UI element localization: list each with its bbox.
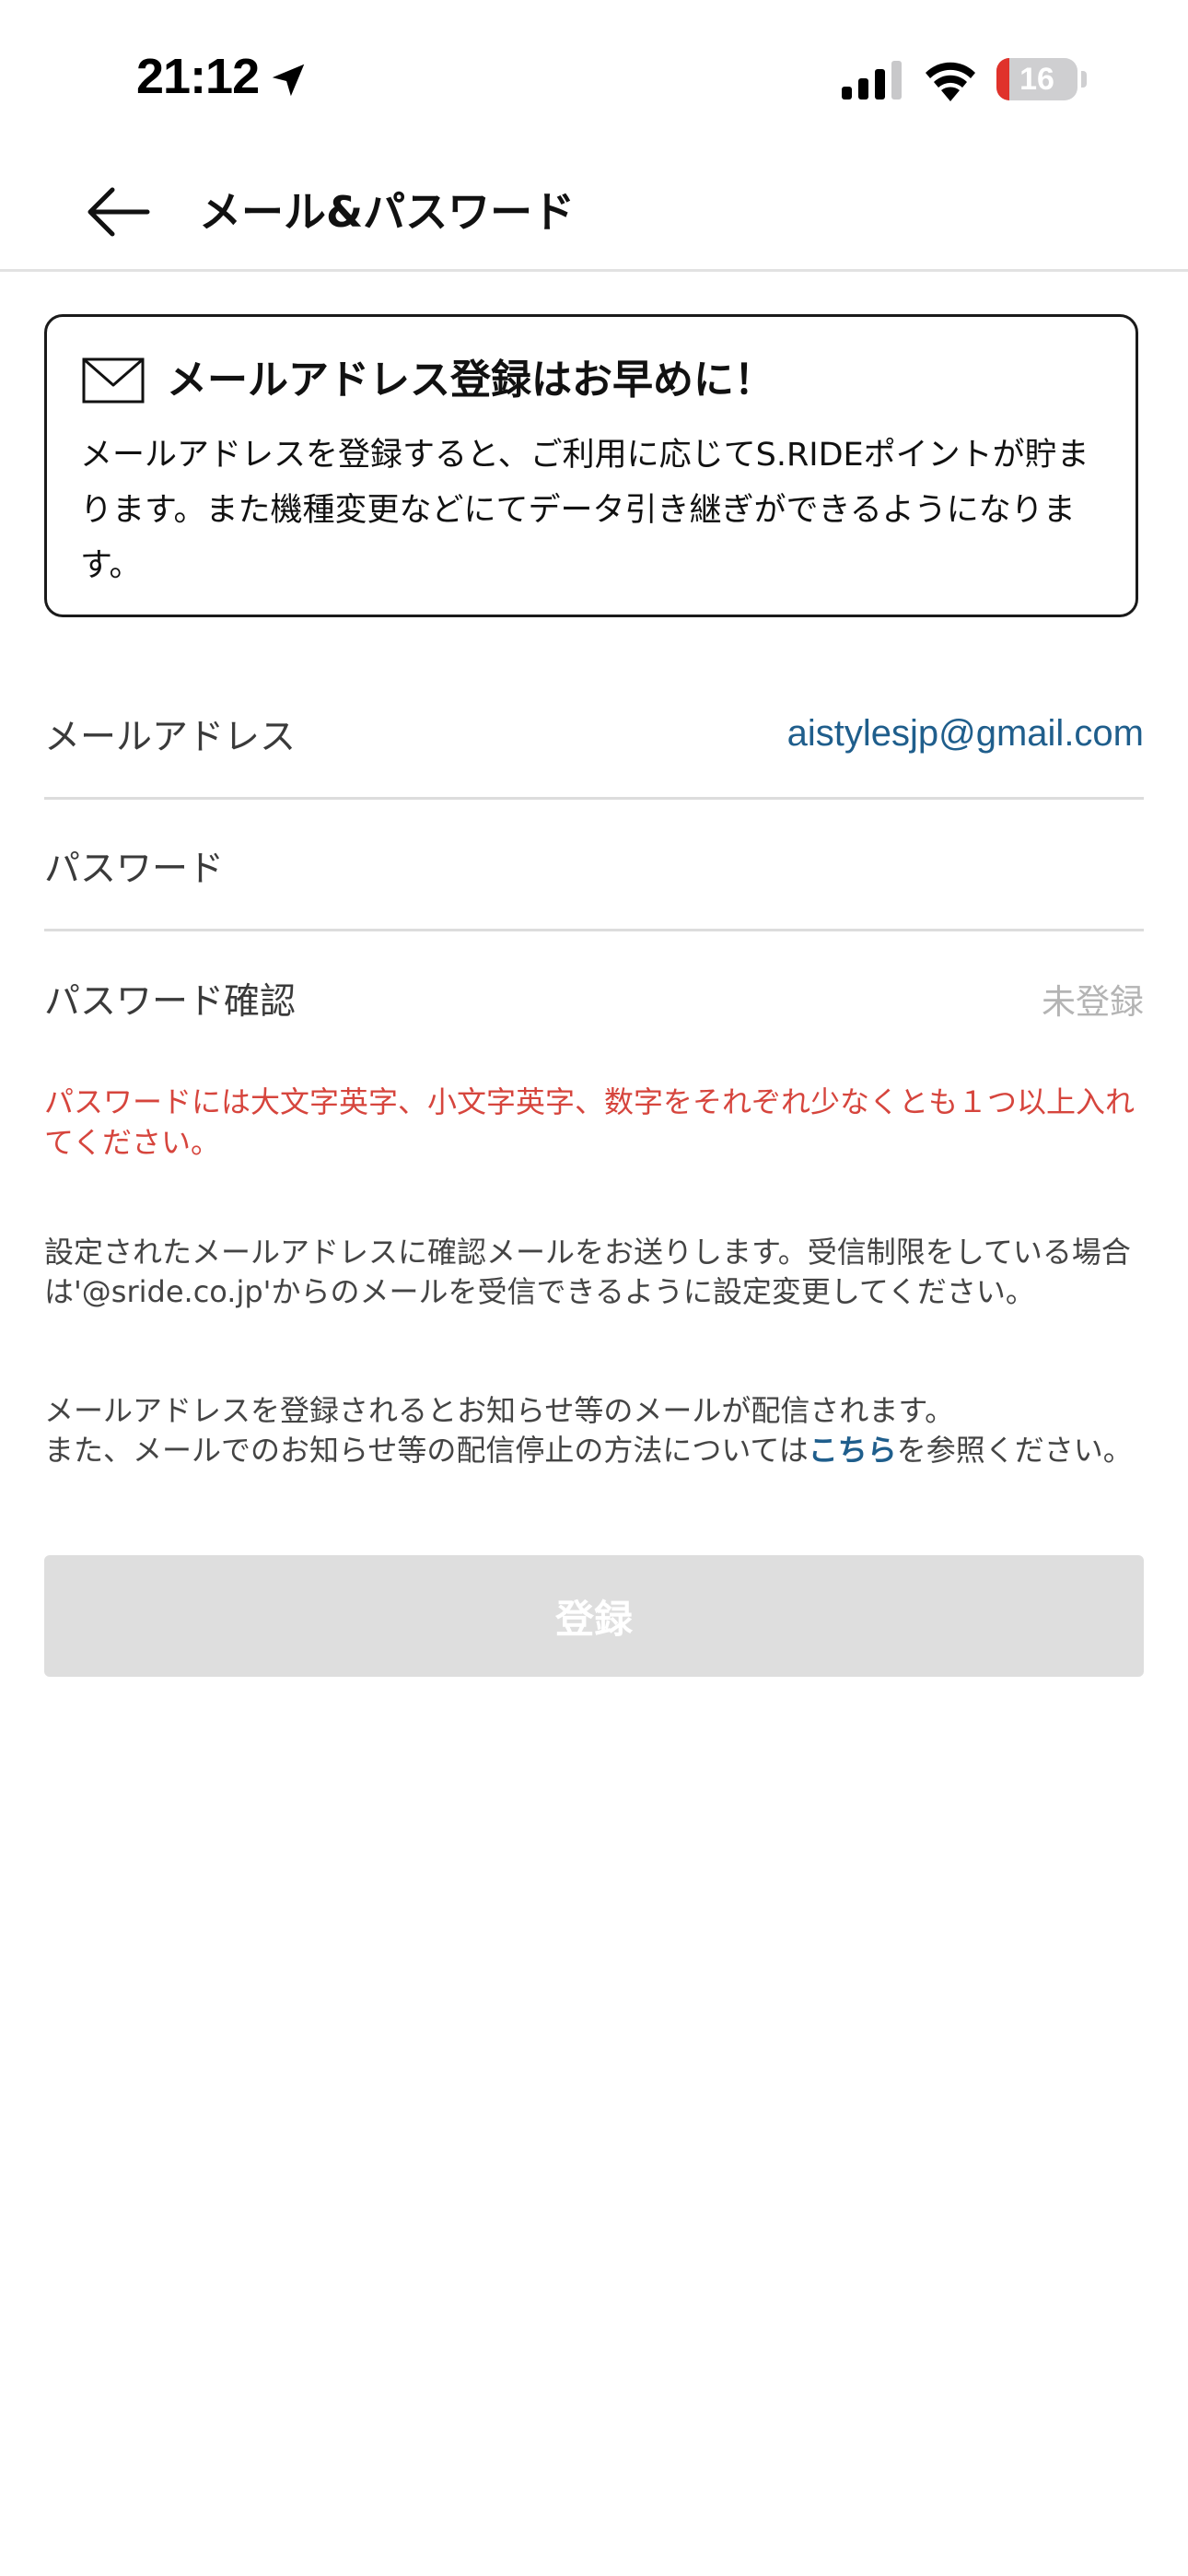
status-time: 21:12 <box>136 49 260 104</box>
arrow-left-icon <box>87 187 150 237</box>
navigation-bar: メール&パスワード <box>0 157 1188 272</box>
page-title: メール&パスワード <box>199 187 576 237</box>
battery-cap <box>1081 71 1087 88</box>
email-row[interactable]: メールアドレス aistylesjp@gmail.com <box>44 671 1144 800</box>
info-card-body: メールアドレスを登録すると、ご利用に応じてS.RIDEポイントが貯まります。また… <box>80 437 1089 584</box>
email-label: メールアドレス <box>44 716 297 758</box>
back-button[interactable] <box>74 175 162 249</box>
password-confirm-status[interactable]: 未登録 <box>1042 934 1144 1063</box>
mail-delivery-notice-suffix: を参照ください。 <box>896 1433 1133 1468</box>
mail-delivery-notice-line1: メールアドレスを登録されるとお知らせ等のメールが配信されます。 <box>44 1393 955 1428</box>
password-confirm-label: パスワード確認 <box>44 981 297 1023</box>
cellular-signal-icon <box>842 61 902 100</box>
battery-level-text: 16 <box>1019 61 1054 97</box>
password-error-message: パスワードには大文字英字、小文字英字、数字をそれぞれ少なくとも１つ以上入れてくだ… <box>44 1084 1136 1160</box>
password-row[interactable]: パスワード <box>44 802 1144 931</box>
password-confirm-row[interactable]: パスワード確認 未登録 <box>44 934 1144 1063</box>
mail-icon <box>82 357 145 404</box>
email-value[interactable]: aistylesjp@gmail.com <box>787 671 1144 797</box>
info-card-title: メールアドレス登録はお早めに！ <box>167 357 775 404</box>
password-label: パスワード <box>44 848 225 890</box>
location-arrow-icon <box>272 64 305 97</box>
status-bar: 21:12 16 <box>0 0 1188 157</box>
mail-delivery-notice: メールアドレスを登録されるとお知らせ等のメールが配信されます。 また、メールでの… <box>44 1391 1149 1470</box>
wifi-icon <box>926 62 975 101</box>
unsubscribe-info-link[interactable]: こちら <box>809 1433 897 1468</box>
register-button[interactable]: 登録 <box>44 1555 1144 1677</box>
email-registration-info-card: メールアドレス登録はお早めに！ メールアドレスを登録すると、ご利用に応じてS.R… <box>44 314 1138 617</box>
confirmation-mail-notice: 設定されたメールアドレスに確認メールをお送りします。受信制限をしている場合は'@… <box>44 1235 1131 1309</box>
battery-icon: 16 <box>996 58 1077 100</box>
mail-delivery-notice-prefix: また、メールでのお知らせ等の配信停止の方法については <box>44 1433 809 1468</box>
